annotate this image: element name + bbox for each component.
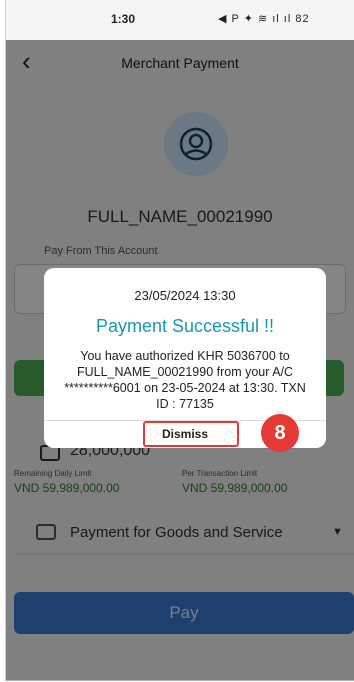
status-icons: ◀ P ✦ ≋ ıl ıl 82 (218, 13, 310, 25)
status-time: 1:30 (111, 12, 136, 26)
dialog-message: You have authorized KHR 5036700 to FULL_… (64, 349, 306, 411)
dismiss-highlight-box (143, 421, 239, 447)
step-number-badge: 8 (261, 414, 299, 452)
dialog-datetime: 23/05/2024 13:30 (134, 288, 236, 303)
dialog-heading: Payment Successful !! (95, 316, 275, 336)
status-bar: 1:30 ◀ P ✦ ≋ ıl ıl 82 (6, 0, 354, 40)
phone-screen: 1:30 ◀ P ✦ ≋ ıl ıl 82 ‹ Merchant Payment… (5, 0, 354, 681)
